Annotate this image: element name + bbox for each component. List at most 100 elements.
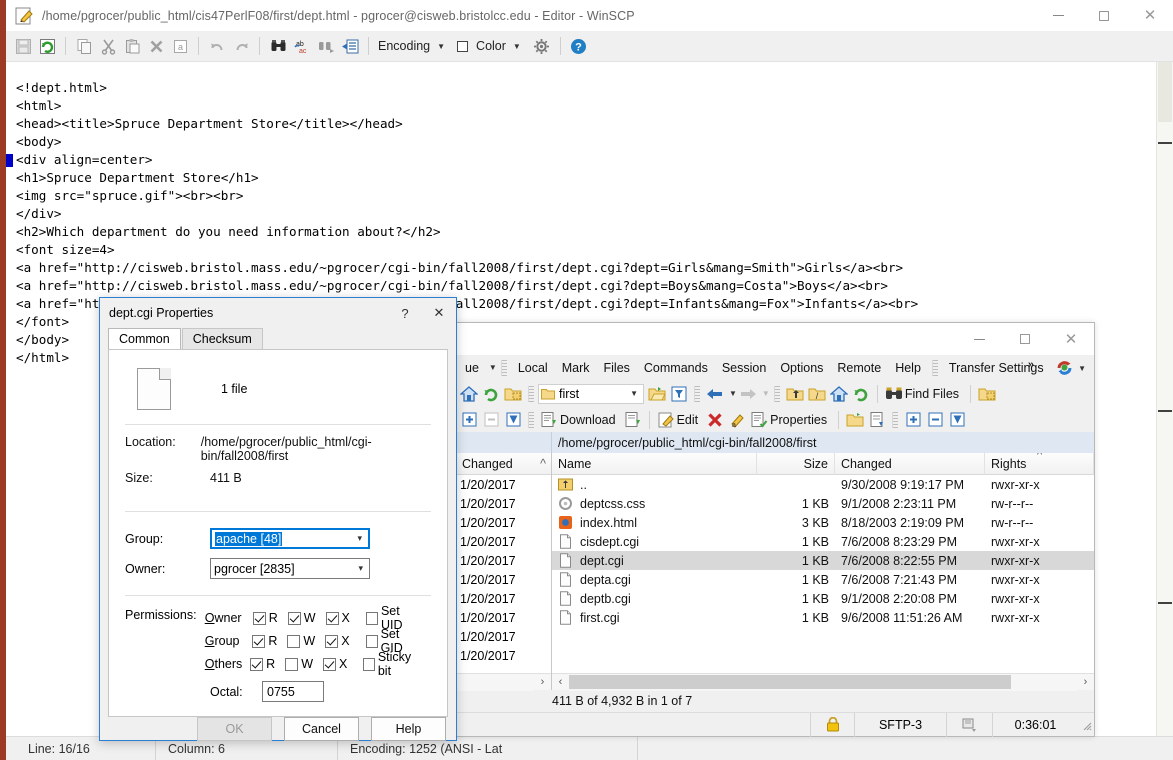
checkbox-box[interactable] xyxy=(325,634,339,648)
download-icon[interactable] xyxy=(538,409,560,431)
parent-directory-icon[interactable] xyxy=(784,383,806,405)
remote-path-text[interactable]: /home/pgrocer/public_html/cgi-bin/fall20… xyxy=(552,436,816,450)
remote-horizontal-scrollbar[interactable]: ‹ › xyxy=(552,673,1094,691)
gear-icon[interactable] xyxy=(531,35,553,57)
checkbox-box[interactable] xyxy=(285,657,299,671)
undo-icon[interactable] xyxy=(206,35,228,57)
cell-name[interactable]: depta.cgi xyxy=(552,570,757,589)
scroll-right-arrow-icon[interactable]: › xyxy=(1077,674,1094,691)
root-directory-icon[interactable]: / xyxy=(806,383,828,405)
maximize-button[interactable] xyxy=(1081,0,1127,31)
column-size[interactable]: Size xyxy=(757,452,835,475)
chevron-down-icon[interactable]: ▼ xyxy=(1078,364,1086,373)
help-button[interactable]: Help xyxy=(371,717,446,741)
transfer-icon[interactable] xyxy=(946,712,992,737)
scroll-left-arrow-icon[interactable]: ‹ xyxy=(552,674,569,691)
maximize-button[interactable] xyxy=(1002,323,1048,355)
scroll-track[interactable] xyxy=(569,673,1077,691)
cell-name[interactable]: dept.cgi xyxy=(552,551,757,570)
home-directory-icon[interactable] xyxy=(828,383,850,405)
edit-icon[interactable] xyxy=(655,409,677,431)
permission-others-w-checkbox[interactable]: W xyxy=(285,657,313,671)
select-add-icon[interactable] xyxy=(458,409,480,431)
chevron-down-icon[interactable]: ▼ xyxy=(729,389,737,398)
close-button[interactable]: ✕ xyxy=(1127,0,1173,31)
local-horizontal-scrollbar[interactable]: › xyxy=(456,673,551,691)
find-files-icon[interactable] xyxy=(883,383,905,405)
permission-others-x-checkbox[interactable]: X xyxy=(323,657,347,671)
select-all-icon[interactable]: a xyxy=(169,35,191,57)
remote-path-combo[interactable]: first ▼ xyxy=(538,383,644,404)
back-arrow-icon[interactable] xyxy=(704,383,726,405)
permission-owner-w-checkbox[interactable]: W xyxy=(287,611,316,625)
tab-common[interactable]: Common xyxy=(108,328,181,349)
tab-checksum[interactable]: Checksum xyxy=(181,328,263,349)
permission-owner-x-checkbox[interactable]: X xyxy=(325,611,350,625)
permission-others-r-checkbox[interactable]: R xyxy=(250,657,275,671)
permission-special-checkbox[interactable]: Sticky bit xyxy=(363,650,421,678)
minimize-button[interactable] xyxy=(1035,0,1081,31)
toolbar-grip[interactable] xyxy=(528,385,534,402)
table-row[interactable]: index.html 3 KB 8/18/2003 2:19:09 PM rw-r--… xyxy=(552,513,1094,532)
list-item[interactable]: 1/20/2017 xyxy=(456,494,551,513)
scroll-right-arrow-icon[interactable]: › xyxy=(534,674,551,691)
column-changed[interactable]: Changed xyxy=(835,452,985,475)
column-rights[interactable]: Rights ^ xyxy=(985,452,1094,475)
list-item[interactable]: 1/20/2017 xyxy=(456,475,551,494)
menu-files[interactable]: Files xyxy=(597,358,637,378)
checkbox-box[interactable] xyxy=(325,611,339,625)
scroll-up-arrow-icon[interactable]: ^ xyxy=(535,453,551,475)
checkbox-box[interactable] xyxy=(252,634,266,648)
chevron-down-icon[interactable]: ▾ xyxy=(357,533,368,544)
queue-menu[interactable]: ue xyxy=(458,358,486,378)
toolbar-grip[interactable] xyxy=(500,359,507,376)
select-remove-icon[interactable] xyxy=(924,409,946,431)
invert-selection-icon[interactable] xyxy=(502,409,524,431)
permission-group-x-checkbox[interactable]: X xyxy=(325,634,350,648)
winscp-titlebar[interactable]: ✕ xyxy=(456,323,1094,355)
column-name[interactable]: Name xyxy=(552,452,757,475)
cell-name[interactable]: deptb.cgi xyxy=(552,589,757,608)
table-row[interactable]: .. 9/30/2008 9:19:17 PM rwxr-xr-x xyxy=(552,475,1094,494)
ok-button[interactable]: OK xyxy=(197,717,272,741)
chevron-down-icon[interactable]: ▼ xyxy=(437,42,445,51)
octal-input[interactable]: 0755 xyxy=(262,681,324,702)
menu-mark[interactable]: Mark xyxy=(555,358,597,378)
list-item[interactable]: 1/20/2017 xyxy=(456,608,551,627)
dialog-titlebar[interactable]: dept.cgi Properties ? ✕ xyxy=(100,298,456,328)
dialog-help-button[interactable]: ? xyxy=(388,298,422,328)
remote-column-header[interactable]: Name Size Changed Rights ^ xyxy=(552,452,1094,475)
scrollbar-thumb[interactable] xyxy=(1158,62,1172,122)
forward-arrow-icon[interactable] xyxy=(737,383,759,405)
table-row[interactable]: deptb.cgi 1 KB 9/1/2008 2:20:08 PM rwxr-xr-… xyxy=(552,589,1094,608)
cell-name[interactable]: .. xyxy=(552,475,757,494)
chevron-down-icon[interactable]: ▼ xyxy=(489,363,497,372)
properties-label[interactable]: Properties xyxy=(770,413,833,427)
invert-selection-icon[interactable] xyxy=(946,409,968,431)
checkbox-box[interactable] xyxy=(287,634,301,648)
local-column-changed[interactable]: Changed xyxy=(456,453,535,475)
find-files-label[interactable]: Find Files xyxy=(905,387,965,401)
checkbox-box[interactable] xyxy=(250,657,264,671)
go-to-line-icon[interactable] xyxy=(339,35,361,57)
scroll-track[interactable] xyxy=(456,673,534,691)
owner-combo[interactable]: pgrocer [2835] ▾ xyxy=(210,558,370,579)
table-row[interactable]: first.cgi 1 KB 9/6/2008 11:51:26 AM rwxr-xr… xyxy=(552,608,1094,627)
color-menu-label[interactable]: Color xyxy=(474,39,508,53)
toolbar-grip[interactable] xyxy=(931,359,938,376)
checkbox-box[interactable] xyxy=(323,657,336,671)
permission-owner-r-checkbox[interactable]: R xyxy=(252,611,278,625)
delete-icon[interactable] xyxy=(704,409,726,431)
table-row[interactable]: depta.cgi 1 KB 7/6/2008 7:21:43 PM rwxr-xr-… xyxy=(552,570,1094,589)
local-column-header[interactable]: Changed ^ xyxy=(456,453,551,475)
cell-name[interactable]: first.cgi xyxy=(552,608,757,627)
select-add-icon[interactable] xyxy=(902,409,924,431)
list-item[interactable]: 1/20/2017 xyxy=(456,551,551,570)
permission-group-w-checkbox[interactable]: W xyxy=(287,634,315,648)
cell-name[interactable]: cisdept.cgi xyxy=(552,532,757,551)
remote-file-rows[interactable]: .. 9/30/2008 9:19:17 PM rwxr-xr-x deptcss.c… xyxy=(552,475,1094,673)
table-row[interactable]: cisdept.cgi 1 KB 7/6/2008 8:23:29 PM rwxr-x… xyxy=(552,532,1094,551)
table-row[interactable]: deptcss.css 1 KB 9/1/2008 2:23:11 PM rw-r--… xyxy=(552,494,1094,513)
create-file-icon[interactable] xyxy=(866,409,888,431)
find-next-icon[interactable] xyxy=(315,35,337,57)
